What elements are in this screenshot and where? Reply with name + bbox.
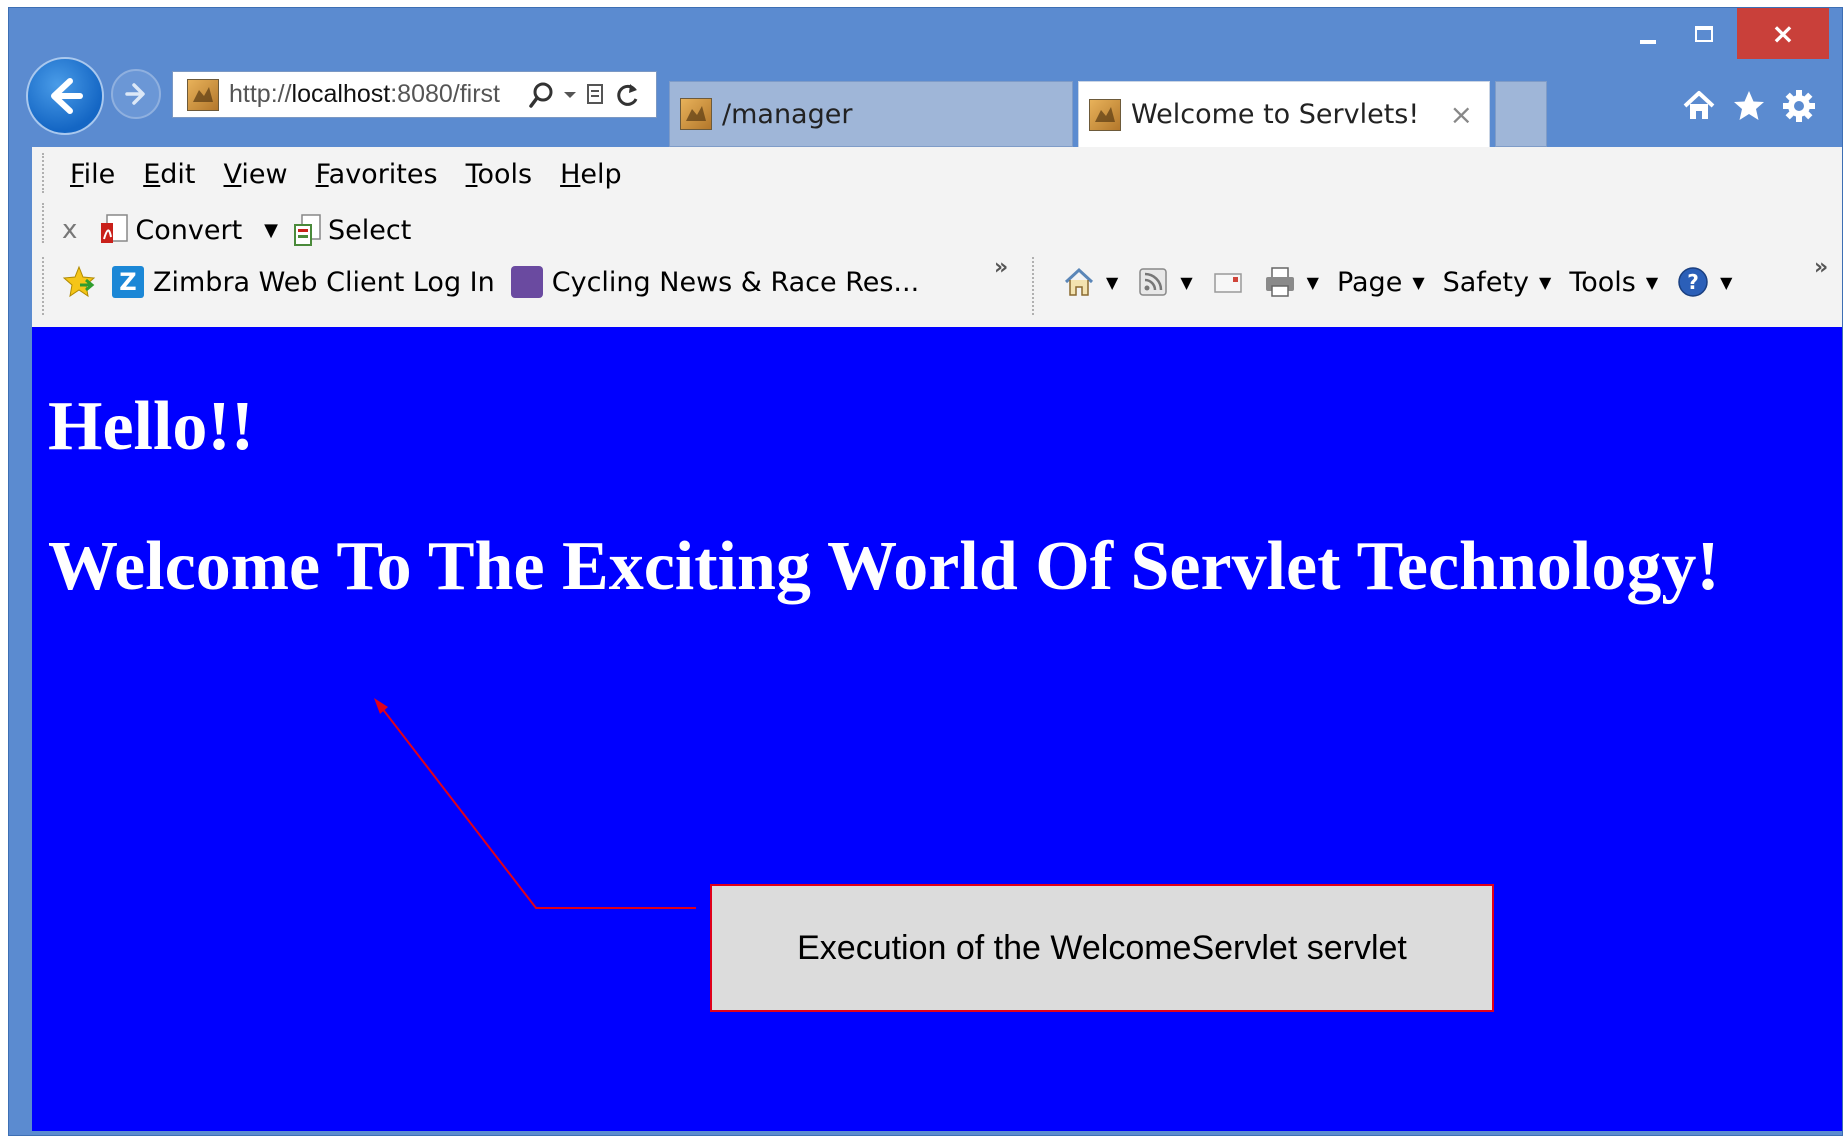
forward-button[interactable] (111, 69, 161, 119)
refresh-icon[interactable] (615, 81, 641, 109)
address-bar[interactable]: http://localhost:8080/first (172, 71, 657, 118)
select-button[interactable]: Select (328, 215, 411, 246)
read-mail-button[interactable] (1211, 265, 1245, 299)
url-rest: :8080/first (390, 80, 500, 108)
printer-icon (1265, 267, 1294, 297)
address-tools (529, 81, 641, 109)
chevron-down-icon[interactable]: ▼ (1720, 273, 1732, 292)
home-icon[interactable] (1681, 88, 1717, 124)
menu-edit[interactable]: Edit (143, 159, 195, 190)
svg-text:?: ? (1687, 270, 1699, 294)
menu-tools[interactable]: Tools (466, 159, 533, 190)
command-bar: ▼ ▼ ▼ Page ▼ Safety ▼ Tools ▼ ? ▼ (1062, 265, 1750, 299)
zimbra-icon: Z (112, 266, 144, 298)
favorite-cycling-news[interactable]: Cycling News & Race Res... (510, 266, 920, 298)
rss-feed-icon (1139, 268, 1168, 296)
chevron-down-icon: ▼ (1412, 272, 1425, 292)
annotation-callout: Execution of the WelcomeServlet servlet (710, 884, 1494, 1012)
welcome-heading: Welcome To The Exciting World Of Servlet… (48, 528, 1720, 605)
menu-bar: File Edit View Favorites Tools Help (70, 159, 622, 190)
tab-welcome-to-servlets[interactable]: Welcome to Servlets! × (1078, 81, 1490, 147)
print-button[interactable]: ▼ (1263, 265, 1319, 299)
tools-menu-button[interactable]: Tools ▼ (1569, 267, 1658, 298)
mail-icon (1213, 273, 1242, 293)
favorite-zimbra[interactable]: Z Zimbra Web Client Log In (112, 266, 495, 298)
toolbar-grip[interactable] (42, 203, 44, 243)
tab-label: /manager (722, 98, 853, 130)
favorite-label: Zimbra Web Client Log In (153, 266, 495, 298)
maximize-icon (1695, 25, 1713, 42)
tab-label: Welcome to Servlets! (1131, 99, 1420, 130)
greeting-heading: Hello!! (48, 388, 255, 465)
new-tab-button[interactable] (1495, 81, 1547, 147)
pdf-select-icon (294, 214, 321, 246)
minimize-icon (1640, 39, 1656, 44)
gear-icon[interactable] (1781, 88, 1817, 124)
search-icon[interactable] (529, 81, 555, 109)
close-tab-icon[interactable]: × (1450, 98, 1473, 131)
arrow-left-icon (51, 78, 83, 114)
feeds-button[interactable]: ▼ (1136, 265, 1193, 299)
favorites-bar: Z Zimbra Web Client Log In Cycling News … (62, 265, 919, 299)
back-button[interactable] (26, 57, 104, 135)
browser-icons (1681, 88, 1817, 124)
dropdown-caret-icon[interactable] (563, 90, 577, 100)
command-area: File Edit View Favorites Tools Help x Co… (32, 147, 1842, 327)
url-prefix: http:// (229, 80, 292, 108)
safety-menu-button[interactable]: Safety ▼ (1443, 267, 1552, 298)
maximize-button[interactable] (1676, 8, 1732, 59)
favorites-overflow-chevron-icon[interactable]: » (994, 255, 1008, 280)
star-icon[interactable] (1731, 88, 1767, 124)
help-button[interactable]: ? ▼ (1676, 265, 1732, 299)
menu-view[interactable]: View (224, 159, 288, 190)
chevron-down-icon: ▼ (1539, 272, 1552, 292)
url-text[interactable]: http://localhost:8080/first (229, 80, 525, 109)
cycling-icon (510, 266, 543, 298)
url-host: localhost (291, 80, 391, 108)
chevron-down-icon: ▼ (1645, 272, 1659, 292)
tools-menu-label: Tools (1569, 266, 1636, 298)
menu-help[interactable]: Help (560, 159, 622, 190)
help-icon: ? (1678, 267, 1708, 297)
menu-file[interactable]: File (70, 159, 115, 190)
chevron-down-icon[interactable]: ▼ (1180, 273, 1192, 292)
chevron-down-icon[interactable]: ▼ (1307, 273, 1319, 292)
close-icon: × (1771, 16, 1795, 50)
add-favorite-icon[interactable] (62, 265, 96, 299)
arrow-right-icon (125, 83, 145, 105)
compatibility-view-icon[interactable] (585, 82, 607, 108)
favorite-label: Cycling News & Race Res... (551, 266, 920, 298)
chevron-down-icon[interactable]: ▼ (1106, 273, 1118, 292)
pdf-toolbar: x Convert ▼ Select (62, 213, 411, 247)
tomcat-favicon-icon (187, 78, 219, 111)
convert-button[interactable]: Convert (135, 215, 242, 246)
minimize-button[interactable] (1620, 8, 1676, 59)
page-menu-button[interactable]: Page ▼ (1337, 267, 1425, 298)
toolbar-grip[interactable] (1032, 257, 1034, 315)
page-menu-label: Page (1336, 266, 1403, 298)
pdf-convert-icon (101, 214, 129, 243)
convert-dropdown-icon[interactable]: ▼ (264, 220, 278, 241)
tab-manager[interactable]: /manager (669, 81, 1073, 147)
toolbar-grip[interactable] (42, 257, 44, 315)
menu-favorites[interactable]: Favorites (316, 159, 438, 190)
command-overflow-chevron-icon[interactable]: » (1814, 255, 1828, 280)
home-button[interactable]: ▼ (1062, 265, 1118, 299)
home-icon (1064, 267, 1094, 296)
toolbar-grip[interactable] (42, 153, 44, 193)
tomcat-favicon-icon (1089, 98, 1121, 131)
safety-menu-label: Safety (1442, 266, 1529, 298)
close-window-button[interactable]: × (1737, 8, 1829, 59)
close-toolbar-icon[interactable]: x (62, 215, 77, 245)
tomcat-favicon-icon (680, 98, 712, 130)
